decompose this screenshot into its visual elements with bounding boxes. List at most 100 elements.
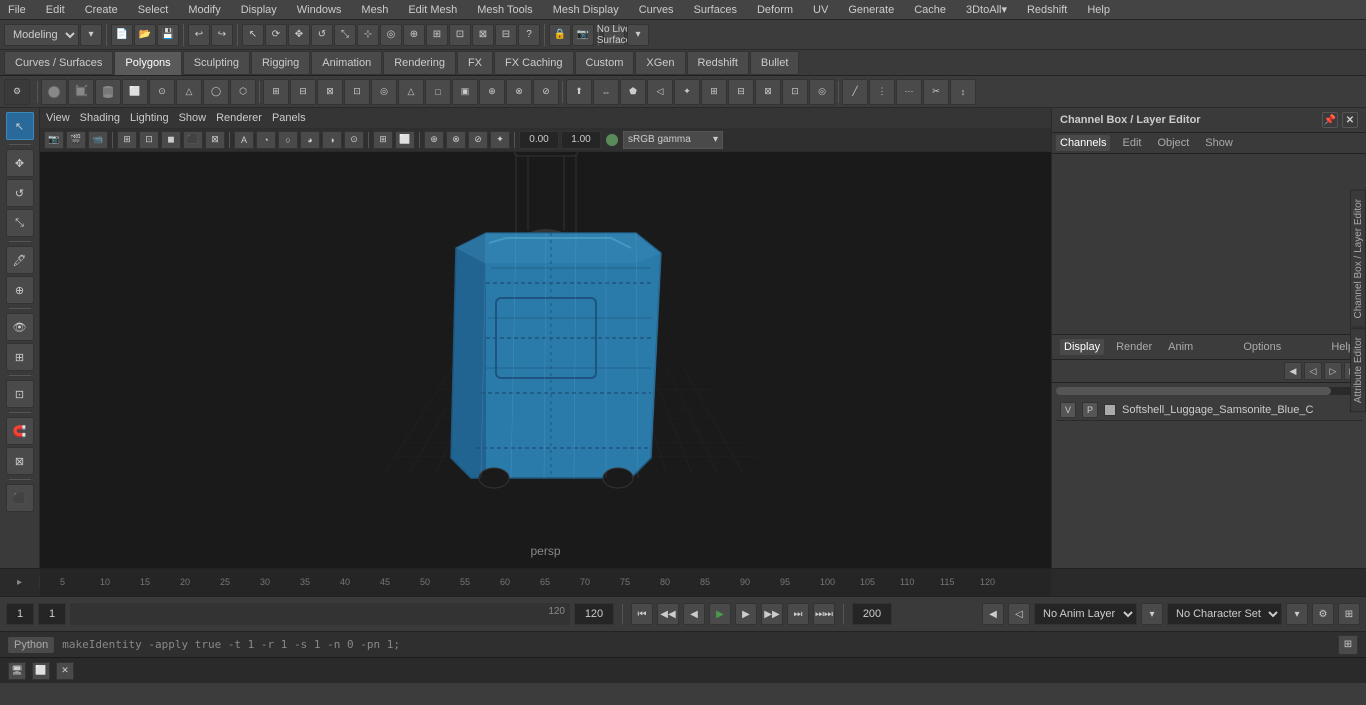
snap-point-btn[interactable]: ⊠ [472, 24, 494, 46]
tab-polygons[interactable]: Polygons [114, 51, 181, 75]
anim-prefs-btn[interactable]: ⚙ [1312, 603, 1334, 625]
split-poly-btn[interactable]: ╱ [842, 79, 868, 105]
remesh-btn[interactable]: ⊗ [506, 79, 532, 105]
cube-btn[interactable] [68, 79, 94, 105]
play-btn[interactable]: ▶ [709, 603, 731, 625]
sphere-btn[interactable] [41, 79, 67, 105]
menu-mesh-tools[interactable]: Mesh Tools [473, 2, 536, 18]
max-frame-field[interactable] [852, 603, 892, 625]
tab-custom[interactable]: Custom [575, 51, 635, 75]
render-btn[interactable]: 📷 [572, 24, 594, 46]
vp-menu-show[interactable]: Show [179, 112, 207, 124]
gamma-field[interactable] [561, 131, 601, 149]
show-hide-btn[interactable]: ▾ [627, 24, 649, 46]
menu-windows[interactable]: Windows [293, 2, 346, 18]
exposure-field[interactable] [519, 131, 559, 149]
triangulate-btn[interactable]: △ [398, 79, 424, 105]
tab-fx-caching[interactable]: FX Caching [494, 51, 573, 75]
layer-scroll-left-btn[interactable]: ◀ [1284, 362, 1302, 380]
vp-wireframe-btn[interactable]: ⊡ [139, 131, 159, 149]
scale-tool-btn[interactable]: ⤡ [6, 209, 34, 237]
symmetry-btn[interactable]: ⊠ [6, 447, 34, 475]
snap-curve-btn[interactable]: ⊡ [449, 24, 471, 46]
snap-view-btn[interactable]: ⊟ [495, 24, 517, 46]
vp-menu-renderer[interactable]: Renderer [216, 112, 262, 124]
insert-loop-btn[interactable]: ⋮ [869, 79, 895, 105]
vp-ik-btn[interactable]: ⊕ [424, 131, 444, 149]
char-set-options[interactable]: ▾ [1286, 603, 1308, 625]
bridge-btn[interactable]: ⇔ [593, 79, 619, 105]
universal-btn[interactable]: ⊹ [357, 24, 379, 46]
menu-deform[interactable]: Deform [753, 2, 797, 18]
close-window-btn[interactable]: ✕ [56, 662, 74, 680]
menu-file[interactable]: File [4, 2, 30, 18]
circularize-btn[interactable]: ◎ [809, 79, 835, 105]
range-start-field[interactable] [38, 603, 66, 625]
snap-grid-btn[interactable]: ⊞ [426, 24, 448, 46]
go-end-btn[interactable]: ⏭ [787, 603, 809, 625]
step-back-btn[interactable]: ◀◀ [657, 603, 679, 625]
menu-help[interactable]: Help [1083, 2, 1114, 18]
sculpt-tool-btn[interactable]: ⊕ [6, 276, 34, 304]
menu-curves[interactable]: Curves [635, 2, 678, 18]
isolate-select-btn[interactable]: ⊞ [6, 343, 34, 371]
connect-btn[interactable]: ⊟ [728, 79, 754, 105]
tab-animation[interactable]: Animation [311, 51, 382, 75]
tab-curves-surfaces[interactable]: Curves / Surfaces [4, 51, 113, 75]
menu-surfaces[interactable]: Surfaces [690, 2, 741, 18]
vp-hud-btn[interactable]: ⊙ [344, 131, 364, 149]
menu-edit[interactable]: Edit [42, 2, 69, 18]
workspace-selector[interactable]: Modeling [4, 24, 79, 46]
mirror-btn[interactable]: ⊞ [263, 79, 289, 105]
vp-cam3-btn[interactable]: 📹 [88, 131, 108, 149]
move-btn[interactable]: ✥ [288, 24, 310, 46]
next-btn[interactable]: ▶ [735, 603, 757, 625]
separate-btn[interactable]: ⊡ [344, 79, 370, 105]
menu-display[interactable]: Display [237, 2, 281, 18]
layer-color-swatch[interactable] [1104, 404, 1116, 416]
paint-tool-btn[interactable]: 🖊 [6, 246, 34, 274]
anim-layer-options[interactable]: ▾ [1141, 603, 1163, 625]
layer-scroll-left2-btn[interactable]: ◁ [1304, 362, 1322, 380]
menu-select[interactable]: Select [134, 2, 173, 18]
vp-motion-blur-btn[interactable]: ◑ [322, 131, 342, 149]
tab-rigging[interactable]: Rigging [251, 51, 310, 75]
select-btn[interactable]: ↖ [242, 24, 264, 46]
tab-bullet[interactable]: Bullet [750, 51, 800, 75]
menu-redshift[interactable]: Redshift [1023, 2, 1071, 18]
anim-time-editor-btn[interactable]: ⊞ [1338, 603, 1360, 625]
lasso-btn[interactable]: ⟳ [265, 24, 287, 46]
step-fwd-btn[interactable]: ▶▶ [761, 603, 783, 625]
cb-tab-channels[interactable]: Channels [1056, 135, 1110, 151]
merge-btn[interactable]: ⊞ [701, 79, 727, 105]
vp-color-profile-toggle[interactable] [605, 133, 619, 147]
end-frame-field[interactable] [574, 603, 614, 625]
reduce-btn[interactable]: ⊕ [479, 79, 505, 105]
vp-aa-btn[interactable]: A [234, 131, 254, 149]
lp-tab-render[interactable]: Render [1112, 339, 1156, 355]
soft-select-btn[interactable]: ◎ [380, 24, 402, 46]
show-manipulator-btn[interactable]: ⊕ [403, 24, 425, 46]
layer-playback-btn[interactable]: P [1082, 402, 1098, 418]
lp-options-btn[interactable]: Options [1239, 339, 1285, 355]
cb-tab-edit[interactable]: Edit [1118, 135, 1145, 151]
boolean-btn[interactable]: ⊟ [290, 79, 316, 105]
scale-btn[interactable]: ⤡ [334, 24, 356, 46]
vp-cam2-btn[interactable]: 🎬 [66, 131, 86, 149]
menu-cache[interactable]: Cache [910, 2, 950, 18]
extrude-btn[interactable]: ⬆ [566, 79, 592, 105]
cb-tab-show[interactable]: Show [1201, 135, 1237, 151]
move-tool-btn[interactable]: ✥ [6, 149, 34, 177]
snap-magnet-btn[interactable]: 🧲 [6, 417, 34, 445]
vp-menu-view[interactable]: View [46, 112, 70, 124]
quick-layout-btn[interactable]: ⬛ [6, 484, 34, 512]
rst-attribute-editor-tab[interactable]: Attribute Editor [1350, 328, 1366, 412]
marquee-btn[interactable]: ⊡ [6, 380, 34, 408]
vp-shaded-btn[interactable]: ◼ [161, 131, 181, 149]
frame-range-bar[interactable]: 120 [70, 603, 570, 625]
vp-safe-area-btn[interactable]: ⬜ [395, 131, 415, 149]
menu-create[interactable]: Create [81, 2, 122, 18]
fill-hole-btn[interactable]: ▣ [452, 79, 478, 105]
status-expand-btn[interactable]: ⊞ [1338, 635, 1358, 655]
vp-shade-wire-btn[interactable]: ⊠ [205, 131, 225, 149]
